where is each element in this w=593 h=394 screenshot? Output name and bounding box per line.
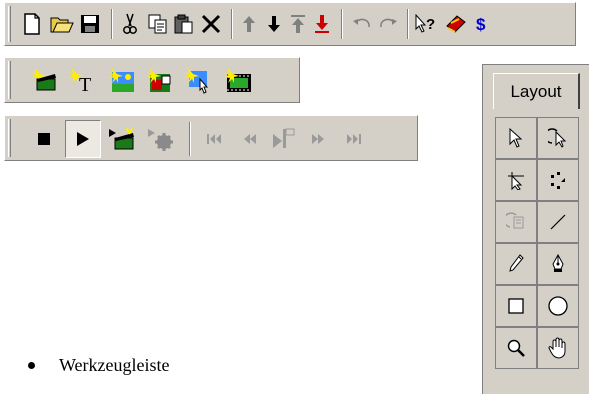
rotate-select-icon [548, 128, 567, 148]
insert-clip-icon[interactable] [27, 64, 61, 96]
zoom-icon [507, 339, 525, 357]
node-select-icon [508, 172, 524, 190]
svg-text:$: $ [476, 15, 486, 34]
insert-shape-icon[interactable] [143, 64, 177, 96]
move-down-icon[interactable] [262, 11, 286, 37]
select-arrow-tool[interactable] [495, 117, 537, 159]
move-bottom-icon[interactable] [310, 11, 334, 37]
grayed-rotate-icon [506, 212, 524, 229]
insert-image-icon[interactable] [105, 64, 139, 96]
fast-forward-icon[interactable] [303, 122, 333, 156]
ellipse-tool[interactable] [537, 285, 579, 327]
insert-interaction-icon[interactable] [181, 64, 215, 96]
play-gear-icon[interactable] [143, 122, 177, 156]
pencil-icon [509, 254, 524, 272]
layout-panel: Layout [482, 64, 589, 394]
bullet-dot [28, 362, 35, 369]
pencil-tool[interactable] [495, 243, 537, 285]
currency-icon[interactable]: $ [470, 11, 494, 37]
zoom-tool[interactable] [495, 327, 537, 369]
go-first-icon[interactable] [199, 122, 229, 156]
play-frame-icon[interactable] [267, 122, 301, 156]
grayed-rotate-tool[interactable] [495, 201, 537, 243]
standard-toolbar: ? $ [4, 2, 576, 46]
ellipse-icon [548, 296, 568, 316]
tab-layout-label: Layout [510, 81, 562, 101]
rectangle-icon [508, 298, 524, 314]
stop-icon[interactable] [27, 122, 61, 156]
rectangle-tool[interactable] [495, 285, 537, 327]
playback-toolbar [4, 115, 418, 161]
undo-icon[interactable] [349, 11, 375, 37]
toolbar-grip[interactable] [8, 61, 11, 99]
redo-icon[interactable] [375, 11, 401, 37]
svg-text:?: ? [426, 16, 435, 33]
select-arrow-icon [509, 128, 523, 148]
rewind-icon[interactable] [235, 122, 265, 156]
insert-film-icon[interactable] [221, 64, 255, 96]
toolbar-separator [341, 9, 343, 39]
help-icon[interactable]: ? [413, 11, 441, 37]
transform-tool[interactable] [537, 159, 579, 201]
open-folder-icon[interactable] [49, 11, 75, 37]
new-file-icon[interactable] [19, 11, 45, 37]
move-top-icon[interactable] [286, 11, 310, 37]
insert-toolbar: T [4, 57, 300, 103]
paste-icon[interactable] [171, 11, 197, 37]
line-tool[interactable] [537, 201, 579, 243]
book-icon[interactable] [443, 11, 469, 37]
pen-tool[interactable] [537, 243, 579, 285]
insert-text-icon[interactable]: T [65, 64, 99, 96]
save-icon[interactable] [77, 11, 103, 37]
rotate-select-tool[interactable] [537, 117, 579, 159]
toolbar-grip[interactable] [8, 6, 11, 42]
bullet-text: Werkzeugleiste [59, 355, 170, 375]
cut-icon[interactable] [117, 11, 143, 37]
toolbar-grip[interactable] [8, 119, 11, 157]
copy-icon[interactable] [145, 11, 171, 37]
toolbar-separator [189, 122, 191, 156]
play-clip-icon[interactable] [105, 122, 139, 156]
go-last-icon[interactable] [339, 122, 369, 156]
toolbar-separator [231, 9, 233, 39]
line-icon [550, 214, 566, 230]
tab-layout[interactable]: Layout [493, 73, 580, 109]
toolbar-separator [407, 9, 409, 39]
svg-text:T: T [79, 74, 91, 94]
transform-icon [551, 172, 565, 189]
play-icon[interactable] [65, 120, 101, 158]
bullet-list-item: Werkzeugleiste [28, 355, 170, 376]
hand-tool[interactable] [537, 327, 579, 369]
delete-icon[interactable] [198, 11, 224, 37]
node-select-tool[interactable] [495, 159, 537, 201]
toolbar-separator [111, 9, 113, 39]
hand-icon [548, 337, 566, 359]
move-up-icon[interactable] [237, 11, 261, 37]
pen-icon [552, 254, 564, 272]
